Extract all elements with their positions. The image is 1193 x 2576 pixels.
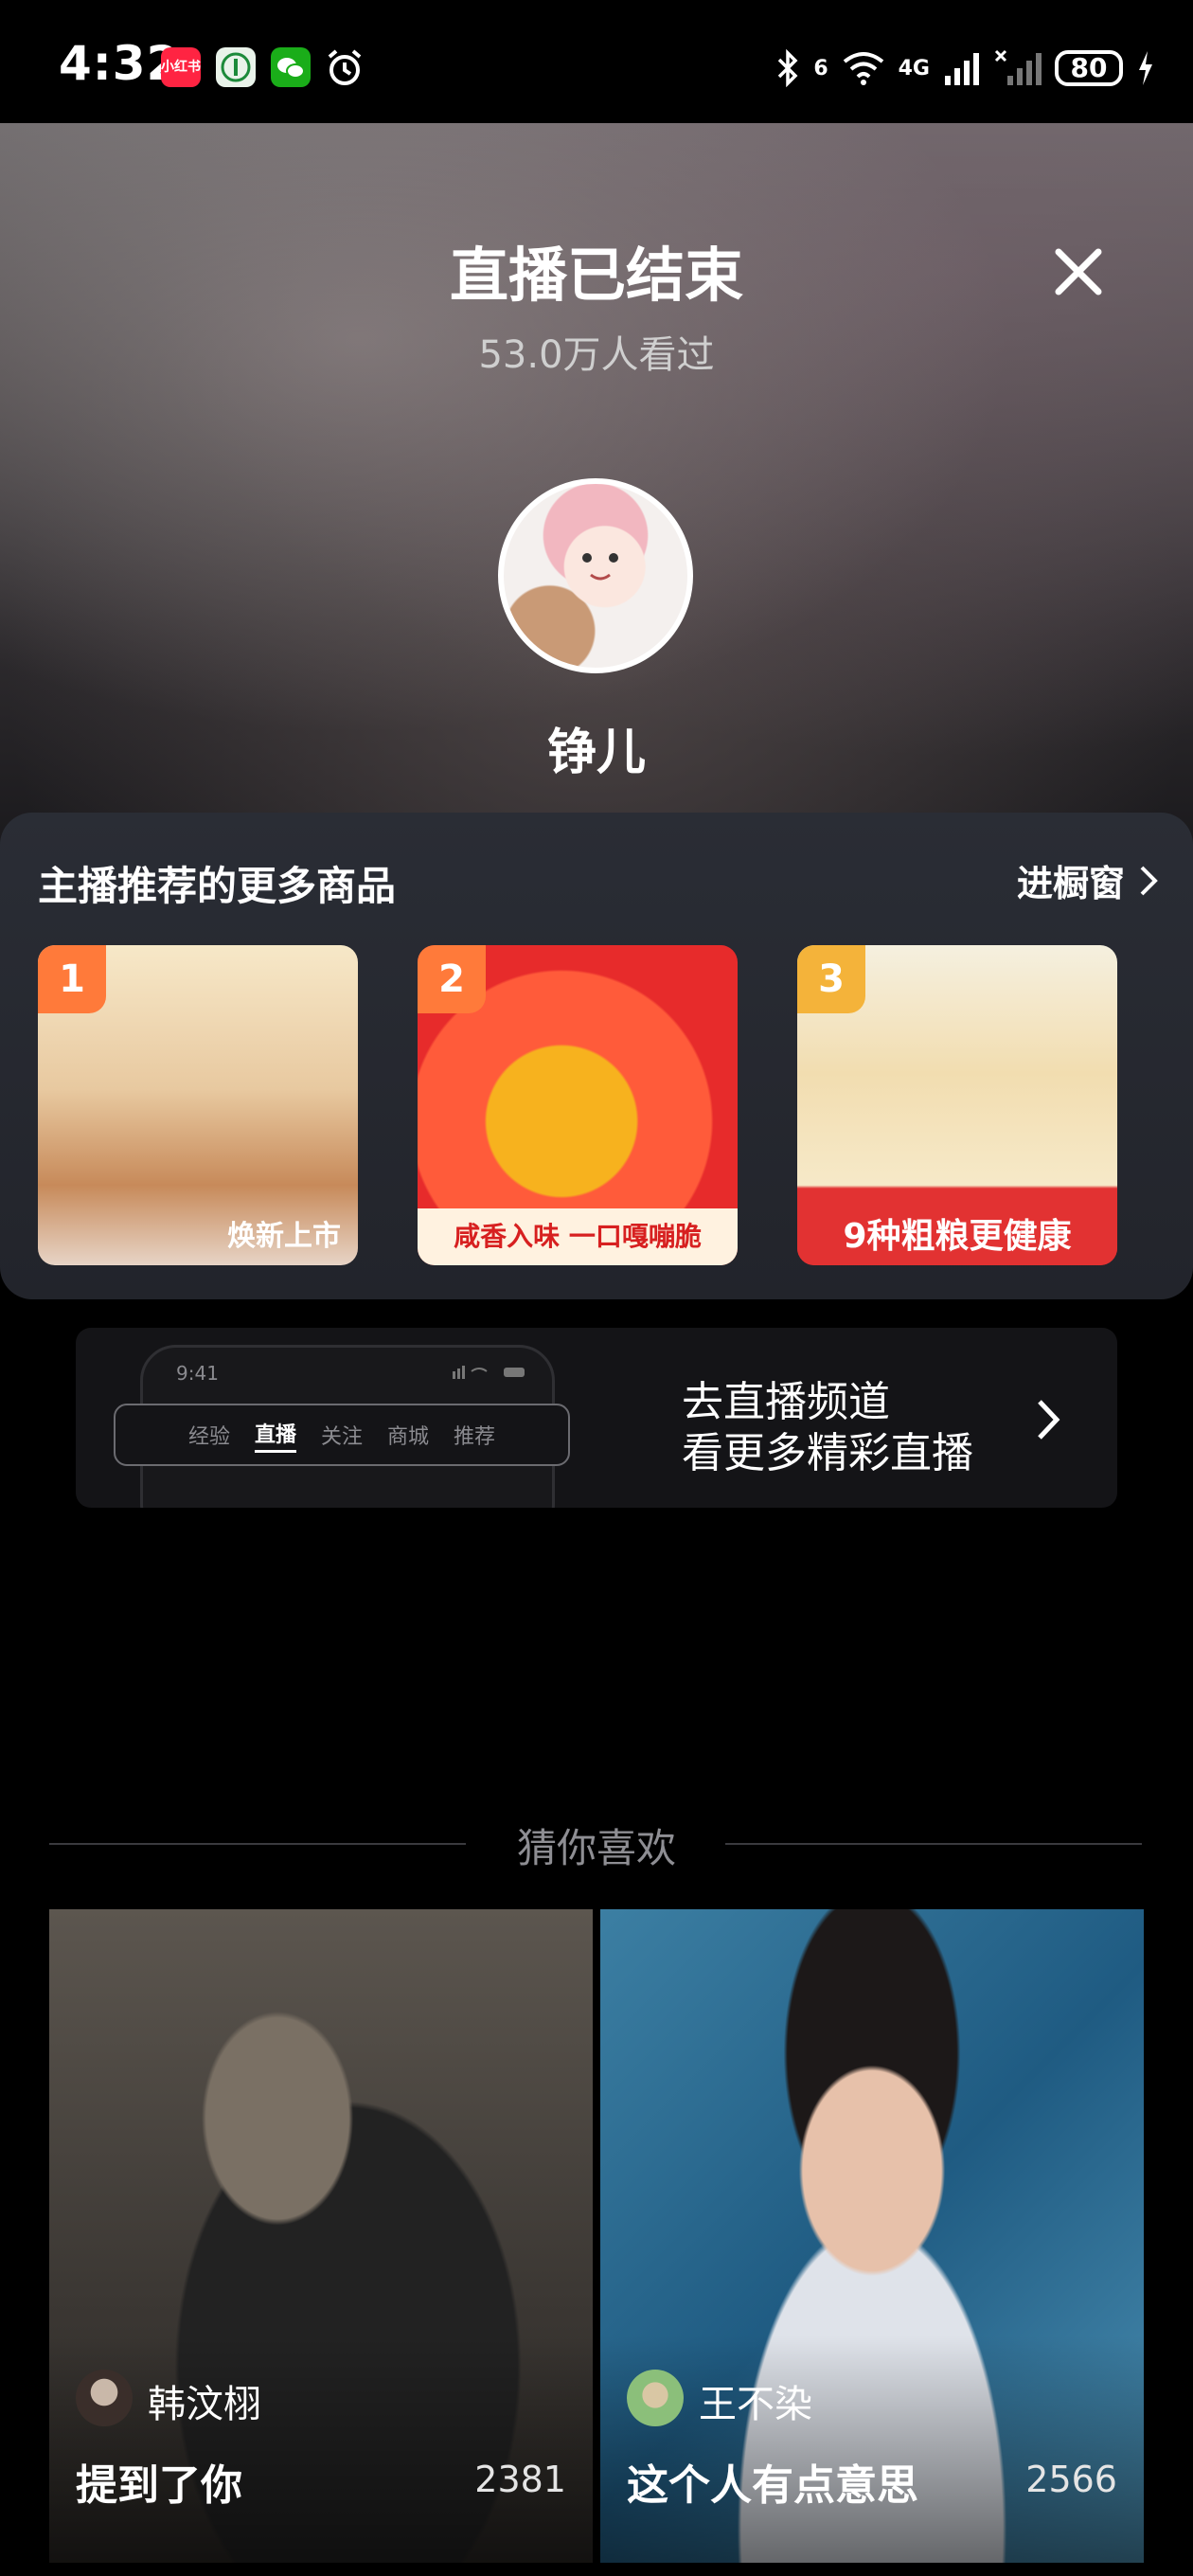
showcase-link[interactable]: 进橱窗 bbox=[1017, 854, 1159, 906]
chevron-right-icon bbox=[1038, 1400, 1060, 1440]
alarm-icon bbox=[324, 47, 365, 89]
bluetooth-icon bbox=[778, 49, 798, 87]
mock-tab-experience: 经验 bbox=[187, 1425, 230, 1449]
viewer-count: 53.0万人看过 bbox=[478, 333, 715, 377]
card-avatar bbox=[76, 2370, 133, 2426]
product-caption: 咸香入味 一口嘎嘣脆 bbox=[418, 1208, 738, 1265]
green-app-icon bbox=[216, 47, 256, 87]
banner-line2: 看更多精彩直播 bbox=[682, 1429, 973, 1477]
live-card[interactable]: 韩汶栩 提到了你 2381 bbox=[49, 1909, 593, 2563]
signal-empty-icon bbox=[994, 49, 1042, 85]
xiaohongshu-icon: 小红书 bbox=[161, 47, 201, 87]
close-button[interactable] bbox=[1045, 239, 1112, 305]
divider-right bbox=[725, 1843, 1142, 1845]
streamer-name[interactable]: 铮儿 bbox=[0, 712, 1193, 783]
streamer-avatar[interactable] bbox=[498, 478, 693, 673]
card-shade bbox=[600, 2335, 1144, 2563]
charging-icon bbox=[1139, 51, 1152, 85]
product-card[interactable]: 1 焕新上市 bbox=[38, 945, 358, 1265]
status-indicators: 6 4G 80 bbox=[775, 40, 1155, 97]
mock-tab-live: 直播 bbox=[254, 1418, 296, 1453]
mock-tab-mall: 商城 bbox=[387, 1425, 430, 1449]
product-caption: 焕新上市 bbox=[227, 1220, 341, 1253]
live-channel-banner[interactable]: 9:41 经验 直播 关注 商城 推荐 去直播频道 看更多精彩直播 bbox=[76, 1328, 1117, 1508]
avatar-face-drawing bbox=[582, 553, 618, 581]
chevron-right-icon bbox=[1140, 866, 1158, 895]
card-title: 提到了你 bbox=[76, 2461, 242, 2510]
mock-tab-recommend: 推荐 bbox=[454, 1425, 496, 1449]
mock-status-icons bbox=[453, 1366, 525, 1379]
card-avatar bbox=[627, 2370, 684, 2426]
card-viewer-count: 2566 bbox=[1025, 2459, 1117, 2500]
card-viewer-count: 2381 bbox=[474, 2459, 566, 2500]
product-card[interactable]: 2 咸香入味 一口嘎嘣脆 bbox=[418, 945, 738, 1265]
network-type-right: 4G bbox=[898, 56, 930, 80]
product-card[interactable]: 3 9种粗粮更健康 bbox=[797, 945, 1117, 1265]
card-streamer-name: 王不染 bbox=[699, 2383, 812, 2426]
wifi-icon bbox=[843, 52, 883, 85]
showcase-label: 进橱窗 bbox=[1016, 863, 1125, 904]
mock-tab-follow: 关注 bbox=[320, 1425, 363, 1449]
card-streamer-name: 韩汶栩 bbox=[148, 2383, 261, 2426]
network-type-left: 6 bbox=[813, 56, 828, 80]
wechat-icon bbox=[271, 47, 311, 87]
card-shade bbox=[49, 2335, 593, 2563]
live-card[interactable]: 王不染 这个人有点意思 2566 bbox=[600, 1909, 1144, 2563]
products-section-title: 主播推荐的更多商品 bbox=[38, 863, 397, 909]
product-rank-badge: 3 bbox=[797, 945, 865, 1013]
card-title: 这个人有点意思 bbox=[627, 2461, 918, 2510]
product-rank-badge: 1 bbox=[38, 945, 106, 1013]
guess-you-like-title: 猜你喜欢 bbox=[516, 1825, 676, 1871]
mock-time: 9:41 bbox=[176, 1362, 219, 1385]
mock-tab-bar: 经验 直播 关注 商城 推荐 bbox=[114, 1404, 570, 1466]
live-ended-title: 直播已结束 bbox=[449, 241, 743, 310]
product-caption: 9种粗粮更健康 bbox=[797, 1208, 1117, 1265]
signal-icon bbox=[945, 53, 979, 85]
close-icon bbox=[1055, 248, 1102, 295]
product-rank-badge: 2 bbox=[418, 945, 486, 1013]
battery-indicator: 80 bbox=[1055, 50, 1123, 86]
